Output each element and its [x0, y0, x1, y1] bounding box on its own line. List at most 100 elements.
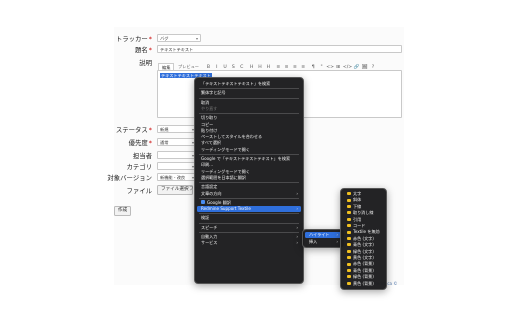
highlight-item-label: 太字 [353, 191, 362, 196]
subject-label: 題名* [135, 46, 152, 54]
context-menu-item-label: リーディングモードで開く [201, 168, 250, 174]
highlight-item-label: 引用 [353, 216, 362, 222]
context-menu-item[interactable]: Google 翻訳 [197, 200, 301, 206]
highlight-item[interactable]: 緑色 (文字) [343, 249, 384, 255]
highlight-item-label: 黄色 (背景) [353, 280, 374, 286]
menu-separator [199, 197, 299, 199]
context-menu-item[interactable]: 貼り付け [197, 128, 301, 134]
menu-separator [199, 154, 299, 155]
highlight-item-label: 斜体 [353, 197, 362, 203]
highlight-item[interactable]: 斜体 [343, 197, 384, 203]
target-version-select[interactable]: 新機能 - 改良 [157, 173, 197, 181]
tracker-select[interactable]: バグ [157, 34, 201, 42]
chevron-right-icon: › [296, 190, 298, 196]
file-select-button[interactable]: ファイル選択 [157, 185, 193, 195]
highlight-item[interactable]: 緑色 (背景) [343, 274, 384, 280]
highlighter-icon [347, 236, 351, 240]
highlighter-icon [347, 192, 351, 196]
highlight-item[interactable]: 取り消し線 [343, 210, 384, 216]
highlighter-icon [347, 198, 351, 202]
highlight-item[interactable]: Textile を無効 [343, 229, 384, 235]
highlighter-icon [347, 275, 351, 279]
menu-separator [199, 232, 299, 233]
menu-separator [199, 222, 299, 224]
chevron-right-icon: › [336, 232, 338, 237]
context-menu-item[interactable]: サービス › [197, 240, 301, 246]
context-menu-item[interactable]: Redmine Support Textile › [197, 206, 301, 213]
context-menu-item-label: 「テキストテキストテキスト」を検索 [201, 81, 271, 86]
context-menu-item-label: やり直す [201, 105, 218, 111]
priority-label: 優先度* [128, 139, 152, 147]
assignee-select[interactable] [157, 151, 197, 159]
context-menu-item-label: サービス [201, 240, 218, 246]
highlight-item[interactable]: 引用 [343, 217, 384, 223]
context-menu-item-label: すべて選択 [201, 140, 222, 146]
context-menu-item-label: 繁体字と記号 [201, 90, 226, 96]
highlight-item-label: 青色 (文字) [353, 242, 374, 248]
context-menu-item[interactable]: 繁体字と記号 [197, 90, 301, 96]
chevron-right-icon: › [296, 206, 298, 212]
context-menu-item[interactable]: 言語設定 [197, 184, 301, 190]
highlighter-icon [347, 211, 351, 215]
context-menu-item[interactable]: スピーチ › [197, 225, 301, 231]
subject-input[interactable]: テキストテキスト [157, 45, 402, 53]
context-menu-item[interactable]: 検証 [197, 215, 301, 221]
context-menu-item[interactable]: コピー [197, 122, 301, 128]
tracker-label: トラッカー* [115, 35, 152, 43]
tab-preview[interactable]: プレビュー [175, 63, 202, 70]
priority-select[interactable]: 通常 [157, 138, 197, 146]
context-menu-item[interactable]: 「テキストテキストテキスト」を検索 [197, 81, 301, 87]
context-menu-item-label: 印刷... [201, 162, 214, 168]
highlight-item[interactable]: 太字 [343, 191, 384, 197]
context-menu-item[interactable]: リーディングモードで開く [197, 147, 301, 153]
highlight-item-label: 赤色 (文字) [353, 235, 374, 241]
submenu-item-label: ハイライト [309, 232, 330, 237]
highlight-item[interactable]: 赤色 (背景) [343, 261, 384, 267]
context-menu-item[interactable]: 切り取り [197, 115, 301, 121]
highlight-item[interactable]: 青色 (文字) [343, 242, 384, 248]
context-menu: 「テキストテキストテキスト」を検索 繁体字と記号 取消 やり直す切り取り コピー 貼り付け… [194, 77, 304, 284]
target-version-label: 対象バージョン [107, 174, 152, 182]
context-menu-item-label: スピーチ [201, 224, 218, 230]
context-menu-item[interactable]: 選択範囲を日本語に翻訳 [197, 175, 301, 181]
chevron-right-icon: › [296, 240, 298, 246]
highlight-item[interactable]: 下線 [343, 204, 384, 210]
highlight-item[interactable]: 青色 (背景) [343, 268, 384, 274]
highlight-item[interactable]: 赤色 (文字) [343, 236, 384, 242]
chevron-right-icon: › [336, 238, 338, 244]
highlight-item-label: 緑色 (背景) [353, 274, 374, 280]
context-menu-item-label: Google 翻訳 [207, 199, 231, 205]
submenu-redmine-textile: ハイライト › 挿入 › [302, 229, 344, 248]
highlight-item[interactable]: 黄色 (背景) [343, 281, 384, 287]
highlight-item-label: 緑色 (文字) [353, 248, 374, 254]
chevron-right-icon: › [296, 234, 298, 239]
context-menu-item-label: Redmine Support Textile [201, 206, 251, 212]
context-menu-item[interactable]: 取消 [197, 100, 301, 106]
context-menu-item[interactable]: 印刷... [197, 162, 301, 168]
context-menu-item-label: 自動入力 [201, 234, 218, 239]
submenu-item[interactable]: ハイライト › [305, 232, 341, 238]
highlight-item-label: 赤色 (背景) [353, 261, 374, 267]
context-menu-item-label: 検証 [201, 215, 210, 221]
highlighter-icon [347, 224, 351, 228]
context-menu-item-label: リーディングモードで開く [201, 146, 250, 152]
status-select[interactable]: 新規 [157, 125, 197, 133]
category-select[interactable] [157, 162, 197, 170]
highlighter-icon [347, 243, 351, 247]
context-menu-item[interactable]: 文章の方向 › [197, 191, 301, 197]
highlight-item-label: コード [353, 223, 366, 228]
submenu-item[interactable]: 挿入 › [305, 239, 341, 245]
highlighter-icon [347, 217, 351, 221]
description-label: 説明 [139, 59, 152, 67]
highlight-item-label: 青色 (背景) [353, 267, 374, 273]
highlighter-icon [347, 268, 351, 272]
create-button[interactable]: 作成 [114, 206, 132, 216]
context-menu-item-label: 文章の方向 [201, 190, 222, 196]
highlighter-icon [347, 262, 351, 266]
context-menu-item[interactable]: すべて選択 [197, 140, 301, 146]
context-menu-item-label: 取消 [201, 99, 210, 105]
highlighter-icon [347, 230, 351, 234]
highlighter-icon [347, 281, 351, 285]
context-menu-item[interactable]: リーディングモードで開く [197, 169, 301, 175]
highlight-item-label: 取り消し線 [353, 210, 374, 216]
